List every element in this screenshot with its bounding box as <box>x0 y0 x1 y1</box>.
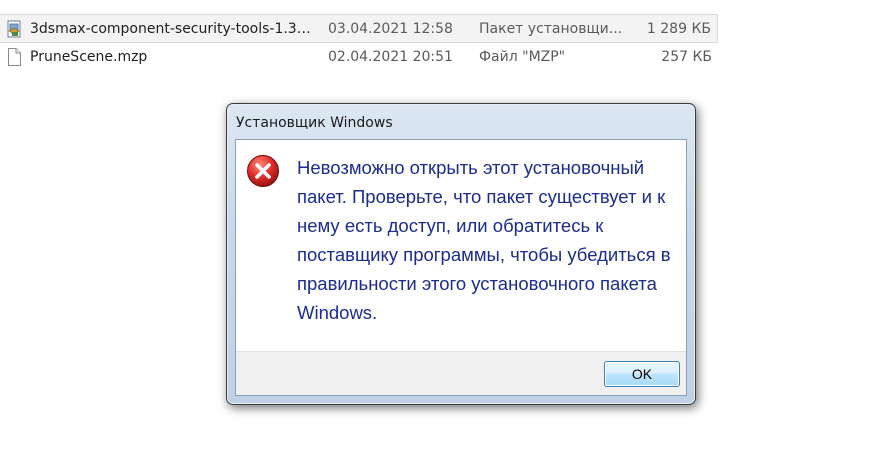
file-name: PruneScene.mzp <box>30 49 148 65</box>
file-date: 03.04.2021 12:58 <box>328 21 453 37</box>
dialog-message: Невозможно открыть этот установочный пак… <box>297 157 671 323</box>
file-date: 02.04.2021 20:51 <box>328 49 453 65</box>
installer-package-icon <box>7 20 21 38</box>
file-list: 3dsmax-component-security-tools-1.3.0-..… <box>0 14 718 72</box>
dialog-footer: OK <box>236 351 686 395</box>
file-name: 3dsmax-component-security-tools-1.3.0-..… <box>30 21 315 37</box>
ok-button[interactable]: OK <box>604 361 680 387</box>
file-type: Файл "MZP" <box>479 49 566 65</box>
file-size: 257 КБ <box>661 49 712 65</box>
file-row[interactable]: 3dsmax-component-security-tools-1.3.0-..… <box>0 14 718 43</box>
installer-error-dialog: Установщик Windows Невозможно открыть эт… <box>226 103 696 405</box>
file-size: 1 289 КБ <box>646 21 711 37</box>
blank-file-icon <box>8 48 21 66</box>
file-type: Пакет установщи... <box>479 21 623 37</box>
dialog-title: Установщик Windows <box>236 115 393 131</box>
dialog-content: Невозможно открыть этот установочный пак… <box>235 139 687 396</box>
file-row[interactable]: PruneScene.mzp 02.04.2021 20:51 Файл "MZ… <box>0 43 718 72</box>
error-icon <box>247 155 279 187</box>
